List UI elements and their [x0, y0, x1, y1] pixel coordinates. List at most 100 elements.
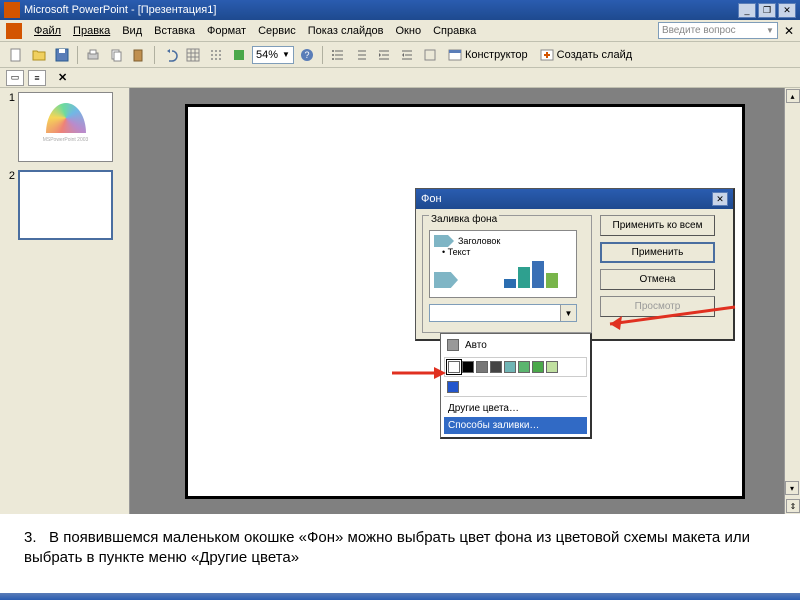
thumbnail-slide: MSPowerPoint 2003 — [18, 92, 113, 162]
thumbnail-panel: 1 MSPowerPoint 2003 2 — [0, 88, 130, 514]
color-swatch[interactable] — [518, 361, 530, 373]
new-file-button[interactable] — [6, 45, 26, 65]
print-button[interactable] — [83, 45, 103, 65]
chevron-down-icon[interactable]: ▼ — [560, 305, 576, 321]
groupbox-label: Заливка фона — [429, 214, 499, 225]
preview-bullet-text: Текст — [448, 247, 471, 257]
close-button[interactable]: ✕ — [778, 3, 796, 18]
color-swatch-row — [444, 357, 587, 377]
preview-shape-icon — [434, 235, 454, 247]
color-swatch[interactable] — [532, 361, 544, 373]
thumbnail-1[interactable]: 1 MSPowerPoint 2003 — [4, 92, 125, 162]
outline-tab-button[interactable]: ≡ — [28, 70, 46, 86]
menu-view[interactable]: Вид — [116, 23, 148, 39]
indent-button[interactable] — [397, 45, 417, 65]
new-slide-button[interactable]: Создать слайд — [535, 47, 636, 63]
apply-button[interactable]: Применить — [600, 242, 715, 263]
color-picker-menu: Авто Другие цвета… Способы заливки… — [440, 333, 592, 439]
open-file-button[interactable] — [29, 45, 49, 65]
color-swatch[interactable] — [546, 361, 558, 373]
bullet-list-button[interactable] — [328, 45, 348, 65]
thumbnail-2[interactable]: 2 — [4, 170, 125, 240]
color-dropdown[interactable]: ▼ — [429, 304, 577, 322]
menu-tools[interactable]: Сервис — [252, 23, 302, 39]
app-logo-small — [6, 23, 22, 39]
minimize-button[interactable]: _ — [738, 3, 756, 18]
thumbnail-slide — [18, 170, 113, 240]
doc-close-button[interactable]: ✕ — [784, 24, 794, 38]
scroll-page-button[interactable]: ⇕ — [786, 499, 800, 513]
separator — [322, 46, 323, 64]
vertical-scrollbar[interactable]: ▴ ▾ ⇕ — [784, 88, 800, 514]
title-text: Microsoft PowerPoint - [Презентация1] — [24, 4, 216, 16]
paste-button[interactable] — [129, 45, 149, 65]
preview-button[interactable]: Просмотр — [600, 296, 715, 317]
other-colors-item[interactable]: Другие цвета… — [444, 400, 587, 417]
bottom-accent-bar — [0, 593, 800, 600]
outdent-button[interactable] — [374, 45, 394, 65]
color-swatch[interactable] — [490, 361, 502, 373]
apply-all-button[interactable]: Применить ко всем — [600, 215, 715, 236]
menu-help[interactable]: Справка — [427, 23, 482, 39]
dialog-titlebar[interactable]: Фон ✕ — [416, 189, 733, 209]
menu-edit[interactable]: Правка — [67, 23, 116, 39]
preview-arrow-icon — [434, 272, 458, 288]
save-button[interactable] — [52, 45, 72, 65]
copy-button[interactable] — [106, 45, 126, 65]
fill-preview: Заголовок • Текст — [429, 230, 577, 298]
thumbnail-number: 1 — [4, 92, 18, 104]
dialog-title: Фон — [421, 193, 442, 205]
menu-insert[interactable]: Вставка — [148, 23, 201, 39]
preview-chart — [504, 261, 558, 288]
zoom-value: 54% — [256, 49, 278, 61]
table-button[interactable] — [183, 45, 203, 65]
toolbar: 54% ▼ ? Конструктор Создать слайд — [0, 42, 800, 68]
constructor-button[interactable]: Конструктор — [443, 47, 532, 63]
view-bar: ▭ ≡ ✕ — [0, 68, 800, 88]
auto-color-item[interactable]: Авто — [444, 337, 587, 353]
color-swatch[interactable] — [476, 361, 488, 373]
fill-methods-item[interactable]: Способы заливки… — [444, 417, 587, 434]
restore-button[interactable]: ❐ — [758, 3, 776, 18]
scroll-down-button[interactable]: ▾ — [785, 481, 799, 495]
background-dialog: Фон ✕ Заливка фона Заголовок • Текст ▼ — [415, 188, 735, 341]
zoom-dropdown[interactable]: 54% ▼ — [252, 46, 294, 64]
help-placeholder: Введите вопрос — [662, 25, 736, 36]
auto-color-swatch — [447, 339, 459, 351]
slides-tab-button[interactable]: ▭ — [6, 70, 24, 86]
app-icon — [4, 2, 20, 18]
color-swatch[interactable] — [448, 361, 460, 373]
menu-format[interactable]: Формат — [201, 23, 252, 39]
title-bar: Microsoft PowerPoint - [Презентация1] _ … — [0, 0, 800, 20]
dialog-buttons: Применить ко всем Применить Отмена Просм… — [600, 215, 715, 333]
caption-number: 3. — [24, 529, 37, 546]
color-button[interactable] — [229, 45, 249, 65]
menu-bar: Файл Правка Вид Вставка Формат Сервис По… — [0, 20, 800, 42]
text-shadow-button[interactable] — [420, 45, 440, 65]
menu-file[interactable]: Файл — [28, 23, 67, 39]
preview-title-text: Заголовок — [458, 236, 500, 246]
recent-color-swatch[interactable] — [447, 381, 459, 393]
instruction-caption: 3. В появившемся маленьком окошке «Фон» … — [0, 514, 800, 583]
auto-color-label: Авто — [465, 340, 487, 351]
pane-close-button[interactable]: ✕ — [58, 71, 67, 84]
svg-text:?: ? — [304, 50, 309, 60]
color-value — [430, 305, 560, 321]
help-button[interactable]: ? — [297, 45, 317, 65]
menu-window[interactable]: Окно — [390, 23, 428, 39]
constructor-label: Конструктор — [465, 49, 528, 61]
color-swatch[interactable] — [504, 361, 516, 373]
help-question-input[interactable]: Введите вопрос ▼ — [658, 22, 778, 39]
scroll-up-button[interactable]: ▴ — [786, 89, 800, 103]
separator — [77, 46, 78, 64]
menu-slideshow[interactable]: Показ слайдов — [302, 23, 390, 39]
number-list-button[interactable] — [351, 45, 371, 65]
separator — [154, 46, 155, 64]
color-swatch[interactable] — [462, 361, 474, 373]
grid-button[interactable] — [206, 45, 226, 65]
cancel-button[interactable]: Отмена — [600, 269, 715, 290]
new-slide-label: Создать слайд — [557, 49, 632, 61]
menu-separator — [444, 396, 587, 397]
dialog-close-button[interactable]: ✕ — [712, 192, 728, 206]
undo-button[interactable] — [160, 45, 180, 65]
